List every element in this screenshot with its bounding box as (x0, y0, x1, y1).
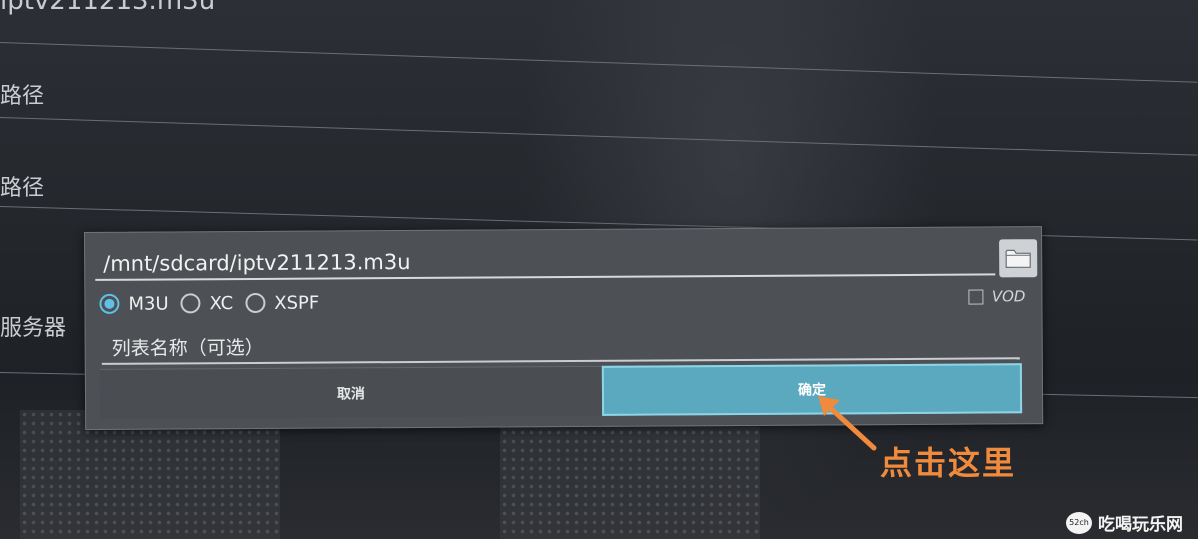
vod-label: VOD (991, 287, 1026, 306)
radio-option-xc[interactable]: XC (180, 292, 234, 314)
radio-option-xspf[interactable]: XSPF (245, 292, 319, 313)
radio-button-m3u[interactable] (99, 293, 120, 314)
radio-label-xc: XC (209, 292, 234, 314)
vod-option[interactable]: VOD (968, 287, 1026, 306)
folder-icon (1005, 249, 1031, 268)
radio-label-m3u: M3U (128, 292, 169, 315)
playlist-name-input[interactable]: 列表名称（可选） (101, 327, 1020, 365)
background-row-server: 服务器 (0, 316, 67, 341)
browse-folder-button[interactable] (999, 239, 1038, 278)
watermark-logo: 52ch (1066, 511, 1092, 534)
playlist-path-input[interactable]: /mnt/sdcard/iptv211213.m3u (95, 241, 996, 281)
vod-checkbox[interactable] (968, 289, 984, 305)
background-row-path-2: 路径 (0, 176, 45, 201)
add-playlist-dialog: /mnt/sdcard/iptv211213.m3u M3U XC XSPF V… (84, 226, 1044, 430)
annotation-click-here: 点击这里 (880, 444, 1017, 482)
background-row-path-1: 路径 (0, 84, 45, 109)
watermark-text: 吃喝玩乐网 (1098, 515, 1183, 535)
radio-option-m3u[interactable]: M3U (99, 292, 169, 315)
background-row-filename: iptv211213.m3u (0, 0, 216, 16)
playlist-type-radio-group: M3U XC XSPF (99, 289, 331, 316)
radio-label-xspf: XSPF (274, 292, 320, 314)
site-watermark: 52ch 吃喝玩乐网 (1066, 510, 1183, 535)
radio-button-xc[interactable] (180, 293, 201, 314)
background-texture-mid (500, 410, 760, 539)
radio-button-xspf[interactable] (245, 292, 266, 314)
cancel-button[interactable]: 取消 (99, 365, 603, 419)
